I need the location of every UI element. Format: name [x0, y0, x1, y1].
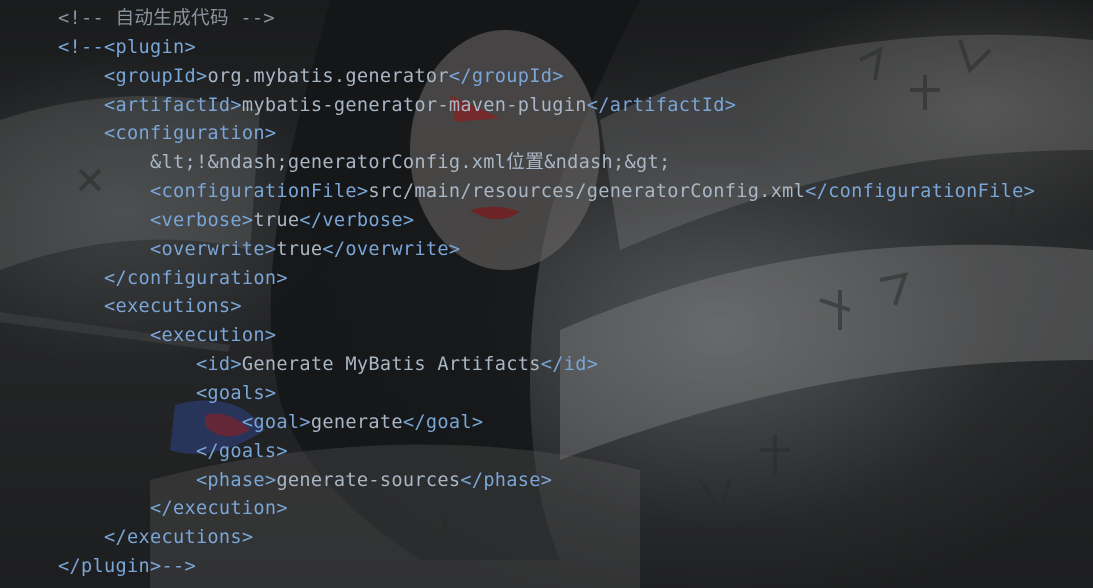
code-line[interactable]: <configurationFile>src/main/resources/ge…	[58, 178, 1035, 207]
xml-tag: <execution>	[149, 325, 277, 347]
xml-text: &lt;!&ndash;generatorConfig.xml位置&ndash;…	[149, 152, 671, 174]
code-editor[interactable]: <!-- 自动生成代码 --> <!--<plugin> <groupId>org…	[0, 0, 1093, 588]
xml-tag: </configuration>	[103, 267, 288, 289]
xml-tag: </goal>	[402, 411, 484, 433]
xml-tag: </execution>	[149, 498, 288, 520]
xml-tag: <id>	[195, 354, 242, 376]
code-line[interactable]: <phase>generate-sources</phase>	[58, 467, 1035, 496]
code-line[interactable]: <configuration>	[58, 120, 1035, 149]
code-line[interactable]: </configuration>	[58, 265, 1035, 294]
code-line[interactable]: <goals>	[58, 380, 1035, 409]
xml-tag: </verbose>	[299, 209, 415, 231]
code-line[interactable]: </execution>	[58, 495, 1035, 524]
code-line[interactable]: <!--<plugin>	[58, 34, 1035, 63]
code-line[interactable]: <!-- 自动生成代码 -->	[58, 5, 1035, 34]
xml-tag: <goal>	[241, 411, 311, 433]
code-line[interactable]: </goals>	[58, 438, 1035, 467]
xml-text: Generate MyBatis Artifacts	[241, 354, 541, 376]
xml-text: true	[276, 238, 323, 260]
code-line[interactable]: <artifactId>mybatis-generator-maven-plug…	[58, 92, 1035, 121]
xml-tag: <configurationFile>	[149, 181, 369, 203]
code-line[interactable]: <verbose>true</verbose>	[58, 207, 1035, 236]
code-line[interactable]: <execution>	[58, 322, 1035, 351]
xml-text: generate-sources	[276, 469, 461, 491]
xml-tag: <overwrite>	[149, 238, 277, 260]
code-block[interactable]: <!-- 自动生成代码 --> <!--<plugin> <groupId>org…	[58, 5, 1035, 582]
xml-tag: </groupId>	[448, 65, 564, 87]
xml-text: src/main/resources/generatorConfig.xml	[368, 181, 806, 203]
xml-tag: </id>	[540, 354, 599, 376]
xml-tag: </phase>	[460, 469, 553, 491]
code-line[interactable]: <goal>generate</goal>	[58, 409, 1035, 438]
code-line[interactable]: </plugin>-->	[58, 553, 1035, 582]
xml-text: generate	[310, 411, 403, 433]
code-line[interactable]: <groupId>org.mybatis.generator</groupId>	[58, 63, 1035, 92]
xml-tag: <configuration>	[103, 123, 277, 145]
xml-tag: </executions>	[103, 527, 254, 549]
xml-tag: </configurationFile>	[805, 181, 1036, 203]
xml-comment: <!-- 自动生成代码 -->	[58, 8, 275, 29]
xml-tag: <!--<plugin>	[58, 36, 196, 58]
xml-tag: <verbose>	[149, 209, 254, 231]
xml-tag: </overwrite>	[322, 238, 461, 260]
xml-text: mybatis-generator-maven-plugin	[241, 94, 587, 116]
xml-text: true	[253, 209, 300, 231]
xml-tag: <groupId>	[103, 65, 208, 87]
xml-tag: <executions>	[103, 296, 242, 318]
xml-tag: <phase>	[195, 469, 277, 491]
xml-text: org.mybatis.generator	[207, 65, 449, 87]
xml-tag: </plugin>-->	[58, 556, 196, 578]
code-line[interactable]: <overwrite>true</overwrite>	[58, 236, 1035, 265]
code-line[interactable]: <id>Generate MyBatis Artifacts</id>	[58, 351, 1035, 380]
xml-tag: </goals>	[195, 440, 288, 462]
code-line[interactable]: </executions>	[58, 524, 1035, 553]
xml-tag: <artifactId>	[103, 94, 242, 116]
code-line[interactable]: <executions>	[58, 293, 1035, 322]
xml-tag: <goals>	[195, 382, 277, 404]
code-line[interactable]: &lt;!&ndash;generatorConfig.xml位置&ndash;…	[58, 149, 1035, 178]
xml-tag: </artifactId>	[586, 94, 737, 116]
